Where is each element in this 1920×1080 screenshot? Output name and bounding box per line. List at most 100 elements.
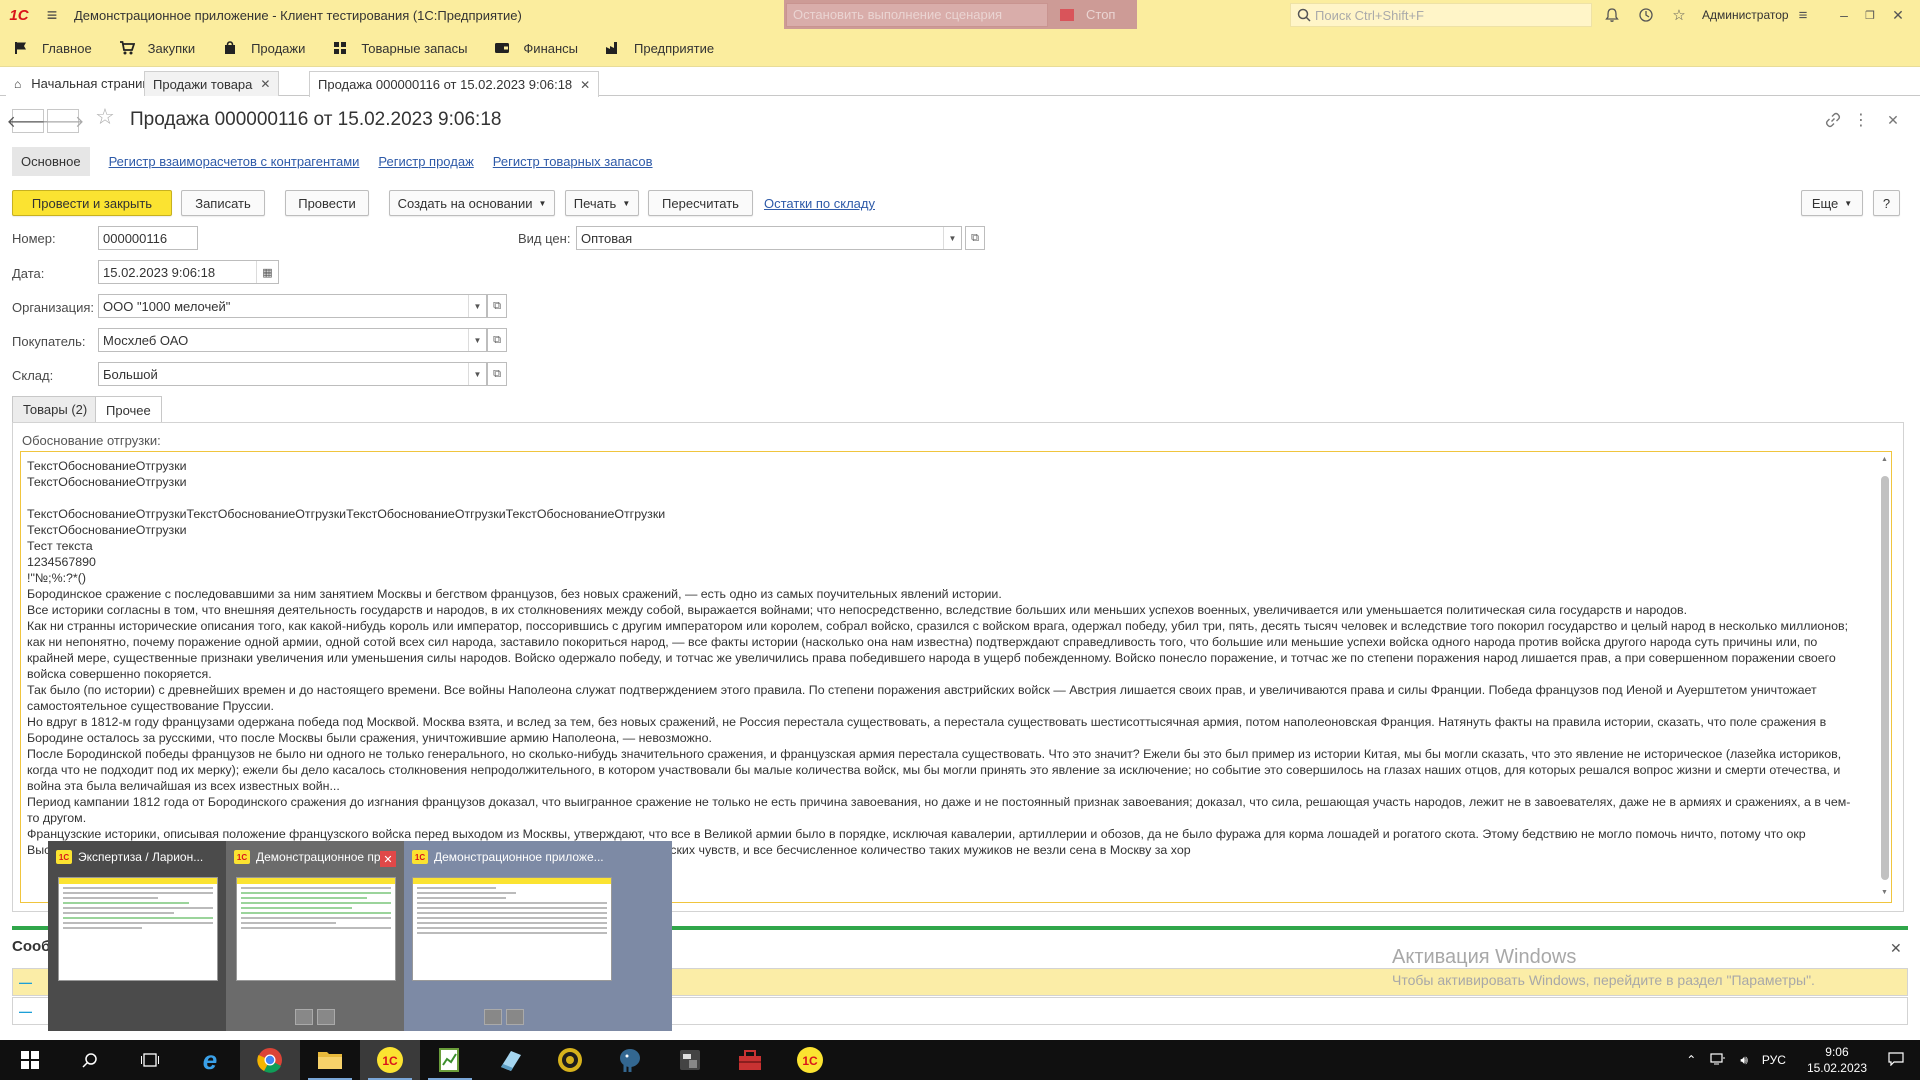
thumbnail-action-icon[interactable] (484, 1009, 502, 1025)
tab-other[interactable]: Прочее (95, 396, 162, 423)
chrome-icon[interactable] (240, 1040, 300, 1080)
minimize-icon[interactable]: – (1834, 5, 1854, 25)
close-tab-icon[interactable]: ✕ (260, 77, 270, 91)
calendar-icon[interactable]: ▦ (256, 261, 278, 283)
create-based-on-button[interactable]: Создать на основании ▼ (389, 190, 555, 216)
help-button[interactable]: ? (1873, 190, 1900, 216)
tray-expand-icon[interactable]: ⌃ (1686, 1053, 1696, 1067)
shipment-reason-textarea[interactable]: ТекстОбоснованиеОтгрузки ТекстОбосновани… (20, 451, 1892, 903)
organization-field[interactable]: ООО "1000 мелочей" ▼ (98, 294, 487, 318)
dropdown-arrow-icon[interactable]: ▼ (468, 363, 486, 385)
app-1c-taskbar-icon[interactable]: 1С (360, 1040, 420, 1080)
scenario-stop-field[interactable]: Остановить выполнение сценария (786, 2, 1048, 27)
settings-menu-icon[interactable]: ≡ (1793, 5, 1813, 25)
restore-icon[interactable]: ❐ (1860, 5, 1880, 25)
user-name[interactable]: Администратор (1702, 8, 1789, 22)
open-icon[interactable]: ⧉ (487, 362, 507, 386)
vertical-scrollbar[interactable]: ▲ ▼ (1881, 456, 1889, 896)
toolbox-app-icon[interactable] (720, 1040, 780, 1080)
nav-link-sales-register[interactable]: Регистр продаж (378, 154, 473, 169)
global-search-input[interactable]: Поиск Ctrl+Shift+F (1290, 3, 1592, 27)
nav-link-stock-register[interactable]: Регистр товарных запасов (493, 154, 653, 169)
save-button[interactable]: Записать (181, 190, 265, 216)
network-icon[interactable] (1710, 1052, 1726, 1069)
search-icon[interactable] (60, 1040, 120, 1080)
tab-goods[interactable]: Товары (2) (12, 396, 99, 422)
close-form-icon[interactable]: ✕ (1884, 111, 1902, 129)
nav-link-settlements-register[interactable]: Регистр взаиморасчетов с контрагентами (109, 154, 360, 169)
post-and-close-button[interactable]: Провести и закрыть (12, 190, 172, 216)
number-field[interactable]: 000000116 (98, 226, 198, 250)
tab-sale-document[interactable]: Продажа 000000116 от 15.02.2023 9:06:18 … (309, 71, 600, 97)
scroll-down-icon[interactable]: ▼ (1881, 889, 1888, 896)
favorites-star-icon[interactable]: ☆ (1669, 5, 1689, 25)
gear-app-icon[interactable] (540, 1040, 600, 1080)
open-icon[interactable]: ⧉ (487, 328, 507, 352)
history-icon[interactable] (1636, 5, 1656, 25)
ie-browser-icon[interactable]: e (180, 1040, 240, 1080)
buyer-field[interactable]: Мосхлеб ОАО ▼ (98, 328, 487, 352)
section-main[interactable]: Главное (12, 40, 92, 56)
link-icon[interactable] (1824, 111, 1842, 129)
price-type-field[interactable]: Оптовая ▼ (576, 226, 962, 250)
volume-icon[interactable]: 🔊︎ (1740, 1053, 1748, 1068)
forward-button[interactable]: 🡒 (42, 109, 84, 133)
date-field[interactable]: 15.02.2023 9:06:18 ▦ (98, 260, 279, 284)
open-icon[interactable]: ⧉ (487, 294, 507, 318)
stock-balance-link[interactable]: Остатки по складу (764, 196, 875, 211)
thumbnail-action-icon[interactable] (506, 1009, 524, 1025)
dropdown-arrow-icon[interactable]: ▼ (468, 329, 486, 351)
section-stock[interactable]: Товарные запасы (331, 40, 467, 56)
close-messages-icon[interactable]: ✕ (1890, 940, 1902, 957)
thumbnail-window-active[interactable]: 1С Демонстрационное приложе... (404, 841, 672, 1031)
file-explorer-icon[interactable] (300, 1040, 360, 1080)
warehouse-field[interactable]: Большой ▼ (98, 362, 487, 386)
warehouse-value: Большой (103, 366, 158, 382)
thumbnail-window[interactable]: 1С Демонстрационное при... ✕ (226, 841, 404, 1031)
back-button[interactable]: 🡐 (7, 109, 49, 133)
nav-main[interactable]: Основное (12, 146, 90, 176)
thumbnail-action-icon[interactable] (295, 1009, 313, 1025)
tab-sales-list[interactable]: Продажи товара ✕ (144, 71, 280, 96)
print-button[interactable]: Печать ▼ (565, 190, 639, 216)
app-1c-icon: 1С (412, 850, 428, 864)
open-icon[interactable]: ⧉ (965, 226, 985, 250)
post-button[interactable]: Провести (285, 190, 369, 216)
eraser-app-icon[interactable] (480, 1040, 540, 1080)
warehouse-label: Склад: (12, 368, 54, 383)
thumbnail-window[interactable]: 1С Экспертиза / Ларион... (48, 841, 226, 1031)
clock[interactable]: 9:06 15.02.2023 (1807, 1044, 1867, 1076)
windows-taskbar: e 1С 1С ⌃ 🔊︎ РУС 9:06 15.02.2023 (0, 1040, 1920, 1080)
postgresql-icon[interactable] (600, 1040, 660, 1080)
thumbnail-action-icon[interactable] (317, 1009, 335, 1025)
scroll-thumb[interactable] (1881, 476, 1889, 880)
more-actions-icon[interactable]: ⋮ (1852, 111, 1870, 129)
terminal-app-icon[interactable] (660, 1040, 720, 1080)
task-view-icon[interactable] (120, 1040, 180, 1080)
windows-start-icon[interactable] (0, 1040, 60, 1080)
close-tab-icon[interactable]: ✕ (580, 78, 590, 92)
section-enterprise[interactable]: Предприятие (604, 40, 714, 56)
tab-home[interactable]: ⌂ Начальная страница (6, 71, 166, 96)
dropdown-arrow-icon[interactable]: ▼ (468, 295, 486, 317)
notifications-icon[interactable] (1888, 1051, 1904, 1069)
section-finance[interactable]: Финансы (493, 40, 578, 56)
recalculate-button[interactable]: Пересчитать (648, 190, 753, 216)
dropdown-arrow-icon: ▼ (538, 198, 547, 208)
stop-button[interactable]: Стоп (1048, 3, 1135, 27)
section-purchases[interactable]: Закупки (118, 40, 195, 56)
close-window-icon[interactable]: ✕ (1888, 5, 1908, 25)
section-sales[interactable]: Продажи (221, 40, 305, 56)
number-label: Номер: (12, 231, 56, 246)
main-menu-icon[interactable]: ≡ (38, 0, 66, 30)
bell-icon[interactable] (1602, 5, 1622, 25)
dropdown-arrow-icon[interactable]: ▼ (943, 227, 961, 249)
notepad-chart-icon[interactable] (420, 1040, 480, 1080)
scroll-up-icon[interactable]: ▲ (1881, 456, 1888, 463)
input-language[interactable]: РУС (1762, 1053, 1786, 1067)
more-button[interactable]: Еще ▼ (1801, 190, 1863, 216)
close-thumbnail-icon[interactable]: ✕ (380, 851, 396, 867)
app-1c-second-icon[interactable]: 1С (780, 1040, 840, 1080)
favorite-star-icon[interactable]: ☆ (95, 104, 115, 129)
section-label: Предприятие (634, 40, 715, 56)
